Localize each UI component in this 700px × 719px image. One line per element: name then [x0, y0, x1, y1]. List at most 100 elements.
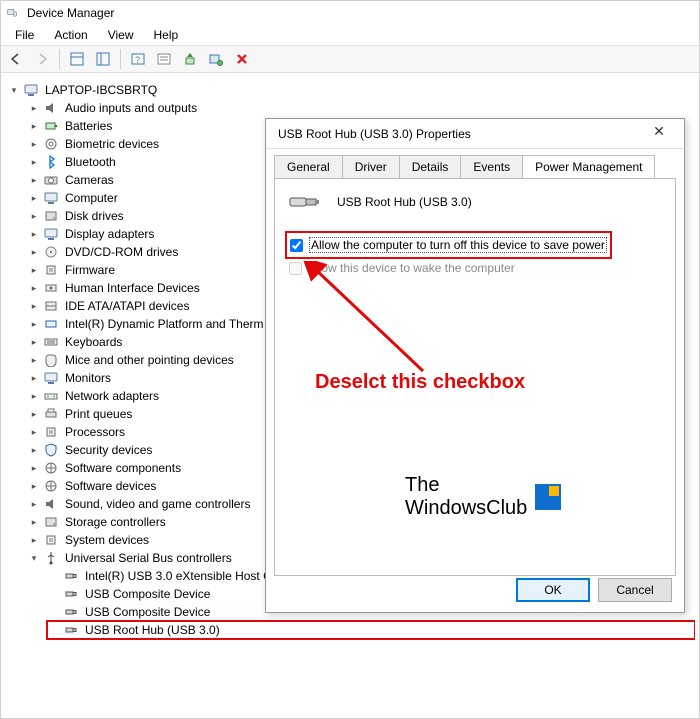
- cancel-button[interactable]: Cancel: [598, 578, 672, 602]
- chevron-right-icon[interactable]: ▸: [27, 371, 41, 385]
- tree-leaf-label: USB Root Hub (USB 3.0): [83, 621, 222, 639]
- close-button[interactable]: ✕: [644, 123, 674, 145]
- category-icon: [43, 388, 59, 404]
- chevron-right-icon[interactable]: ▸: [27, 335, 41, 349]
- chevron-right-icon[interactable]: ▸: [27, 227, 41, 241]
- tree-item-label: Sound, video and game controllers: [63, 495, 252, 513]
- tree-root[interactable]: ▾ LAPTOP-IBCSBRTQ: [7, 81, 695, 99]
- allow-power-off-input[interactable]: [290, 239, 303, 252]
- view-devices-icon[interactable]: [66, 48, 88, 70]
- allow-power-off-checkbox[interactable]: Allow the computer to turn off this devi…: [290, 236, 607, 254]
- ok-button[interactable]: OK: [516, 578, 590, 602]
- tab-driver[interactable]: Driver: [342, 155, 400, 178]
- tree-item-label: Bluetooth: [63, 153, 118, 171]
- category-icon: [43, 406, 59, 422]
- svg-text:?: ?: [135, 55, 140, 65]
- menu-help[interactable]: Help: [146, 27, 187, 43]
- chevron-right-icon[interactable]: ▸: [27, 389, 41, 403]
- category-icon: [43, 424, 59, 440]
- watermark: The WindowsClub: [405, 474, 561, 520]
- window-title: Device Manager: [27, 6, 114, 20]
- allow-wake-checkbox: Allow this device to wake the computer: [289, 259, 661, 277]
- chevron-right-icon[interactable]: ▸: [27, 515, 41, 529]
- help-button[interactable]: ?: [127, 48, 149, 70]
- chevron-right-icon[interactable]: ▸: [27, 461, 41, 475]
- category-icon: [43, 280, 59, 296]
- tree-item-label: Mice and other pointing devices: [63, 351, 236, 369]
- spacer: [47, 569, 61, 583]
- tree-item-label: Display adapters: [63, 225, 156, 243]
- view-by-connection-icon[interactable]: [92, 48, 114, 70]
- back-button[interactable]: [5, 48, 27, 70]
- chevron-right-icon[interactable]: ▸: [27, 281, 41, 295]
- category-icon: [43, 370, 59, 386]
- category-icon: [43, 100, 59, 116]
- chevron-right-icon[interactable]: ▸: [27, 299, 41, 313]
- tree-item-label: Network adapters: [63, 387, 161, 405]
- chevron-right-icon[interactable]: ▸: [27, 119, 41, 133]
- usb-device-icon: [63, 568, 79, 584]
- menu-view[interactable]: View: [100, 27, 142, 43]
- tree-item-label: Software components: [63, 459, 183, 477]
- category-icon: [43, 154, 59, 170]
- usb-device-icon: [63, 622, 79, 638]
- usb-device-icon: [63, 586, 79, 602]
- tree-item-label: Computer: [63, 189, 120, 207]
- scan-hardware-button[interactable]: [205, 48, 227, 70]
- category-icon: [43, 478, 59, 494]
- tree-item-label: System devices: [63, 531, 151, 549]
- chevron-right-icon[interactable]: ▸: [27, 353, 41, 367]
- dialog-buttons: OK Cancel: [516, 578, 672, 602]
- checkbox-row-highlight: Allow the computer to turn off this devi…: [289, 235, 608, 255]
- category-icon: [43, 262, 59, 278]
- chevron-right-icon[interactable]: ▸: [27, 137, 41, 151]
- chevron-right-icon[interactable]: ▸: [27, 245, 41, 259]
- tree-item-label: Universal Serial Bus controllers: [63, 549, 234, 567]
- watermark-logo: [535, 484, 561, 510]
- menu-action[interactable]: Action: [46, 27, 95, 43]
- annotation-text: Deselct this checkbox: [315, 371, 525, 394]
- update-driver-button[interactable]: [179, 48, 201, 70]
- tab-events[interactable]: Events: [460, 155, 523, 178]
- tree-item-label: Batteries: [63, 117, 114, 135]
- chevron-right-icon[interactable]: ▸: [27, 209, 41, 223]
- chevron-right-icon[interactable]: ▸: [27, 173, 41, 187]
- tree-item-label: Audio inputs and outputs: [63, 99, 199, 117]
- forward-button[interactable]: [31, 48, 53, 70]
- usb-device-icon: [63, 604, 79, 620]
- chevron-right-icon[interactable]: ▸: [27, 425, 41, 439]
- chevron-right-icon[interactable]: ▸: [27, 155, 41, 169]
- chevron-down-icon[interactable]: ▾: [27, 551, 41, 565]
- usb-category-icon: [43, 550, 59, 566]
- chevron-right-icon[interactable]: ▸: [27, 317, 41, 331]
- allow-wake-input: [289, 262, 302, 275]
- tab-general[interactable]: General: [274, 155, 343, 178]
- category-icon: [43, 316, 59, 332]
- tree-item-label: Biometric devices: [63, 135, 161, 153]
- chevron-right-icon[interactable]: ▸: [27, 101, 41, 115]
- chevron-right-icon[interactable]: ▸: [27, 479, 41, 493]
- category-icon: [43, 136, 59, 152]
- device-manager-icon: [7, 5, 23, 21]
- properties-button[interactable]: [153, 48, 175, 70]
- menubar: File Action View Help: [1, 25, 699, 45]
- chevron-right-icon[interactable]: ▸: [27, 443, 41, 457]
- chevron-right-icon[interactable]: ▸: [27, 533, 41, 547]
- chevron-right-icon[interactable]: ▸: [27, 407, 41, 421]
- device-name: USB Root Hub (USB 3.0): [337, 195, 472, 209]
- annotation-arrow: [303, 261, 463, 381]
- toolbar: ?: [1, 45, 699, 73]
- tree-leaf[interactable]: USB Root Hub (USB 3.0): [47, 621, 695, 639]
- chevron-right-icon[interactable]: ▸: [27, 497, 41, 511]
- tab-details[interactable]: Details: [399, 155, 462, 178]
- tab-power-management[interactable]: Power Management: [522, 155, 655, 178]
- chevron-right-icon[interactable]: ▸: [27, 191, 41, 205]
- tree-item-label: Human Interface Devices: [63, 279, 202, 297]
- titlebar: Device Manager: [1, 1, 699, 25]
- uninstall-button[interactable]: [231, 48, 253, 70]
- chevron-down-icon[interactable]: ▾: [7, 83, 21, 97]
- tree-item[interactable]: ▸ Audio inputs and outputs: [27, 99, 695, 117]
- tree-item-label: Keyboards: [63, 333, 124, 351]
- menu-file[interactable]: File: [7, 27, 42, 43]
- chevron-right-icon[interactable]: ▸: [27, 263, 41, 277]
